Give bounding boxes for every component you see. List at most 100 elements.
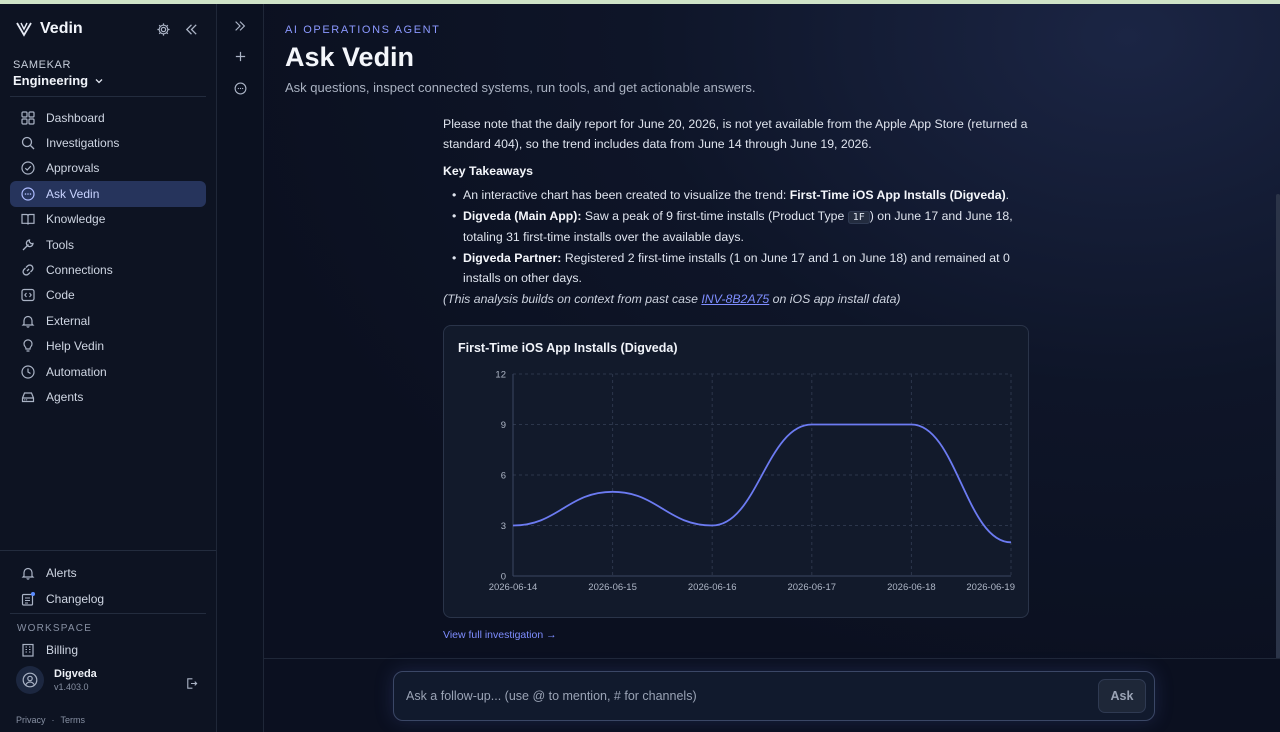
logout-icon: [186, 677, 197, 689]
server-icon: [21, 392, 35, 403]
vedin-logo-icon: [16, 22, 32, 37]
list-item: An interactive chart has been created to…: [452, 186, 1033, 206]
chat-icon: [21, 187, 35, 201]
brand-name: Vedin: [40, 20, 83, 37]
sidebar-item-connections[interactable]: Connections: [10, 257, 206, 282]
chat-icon: [234, 82, 246, 94]
installs-line-chart[interactable]: 0 3 6 9 12 2026-06-14 2026-06-15 2026-06-16 2026…: [444, 326, 1030, 619]
expand-history-button[interactable]: [231, 17, 249, 35]
sidebar-item-label: Approvals: [46, 161, 100, 176]
assistant-message: Please note that the daily report for Ju…: [443, 115, 1033, 310]
view-full-investigation-link[interactable]: View full investigation →: [443, 629, 557, 641]
x-tick-label: 2026-06-15: [588, 582, 637, 593]
org-switcher[interactable]: Engineering: [13, 73, 104, 88]
sidebar-item-knowledge[interactable]: Knowledge: [10, 207, 206, 232]
sidebar-item-label: Billing: [46, 642, 79, 657]
terms-link[interactable]: Terms: [61, 715, 86, 725]
sidebar-item-alerts[interactable]: Alerts: [10, 560, 206, 586]
bell-icon: [21, 567, 35, 580]
y-tick-label: 12: [495, 370, 506, 381]
key-takeaways-heading: Key Takeaways: [443, 164, 534, 178]
takeaway-text: .: [1005, 187, 1010, 202]
user-profile[interactable]: Digveda v1.403.0: [16, 666, 97, 694]
wrench-icon: [22, 238, 34, 251]
privacy-link[interactable]: Privacy: [16, 715, 46, 725]
clock-icon: [21, 364, 35, 379]
takeaway-text: Saw a peak of 9 first-time installs (Pro…: [581, 209, 848, 223]
sidebar: Vedin SAMEKAR Engineering Dashboard Inve…: [0, 4, 217, 732]
collapse-sidebar-button[interactable]: [182, 20, 200, 38]
sidebar-item-label: Tools: [46, 237, 75, 252]
brand[interactable]: Vedin: [16, 20, 83, 38]
main-nav: Dashboard Investigations Approvals Ask V…: [10, 105, 206, 410]
legal-links: Privacy · Terms: [16, 715, 85, 725]
sidebar-item-agents[interactable]: Agents: [10, 384, 206, 409]
sidebar-item-label: Ask Vedin: [46, 186, 100, 201]
x-tick-label: 2026-06-17: [787, 582, 836, 593]
code-icon: [21, 289, 35, 302]
sidebar-item-approvals[interactable]: Approvals: [10, 156, 206, 181]
sidebar-item-label: Help Vedin: [46, 339, 105, 354]
chevron-down-icon: [95, 78, 103, 83]
plus-icon: [235, 51, 245, 61]
app-version: v1.403.0: [54, 682, 89, 692]
divider: [10, 96, 206, 97]
ask-button[interactable]: Ask: [1098, 679, 1146, 713]
lightbulb-icon: [23, 339, 33, 352]
takeaways-list: An interactive chart has been created to…: [452, 186, 1033, 289]
sidebar-item-label: Changelog: [46, 592, 105, 606]
sidebar-item-investigations[interactable]: Investigations: [10, 130, 206, 155]
sidebar-item-external[interactable]: External: [10, 308, 206, 333]
list-item: Digveda (Main App): Saw a peak of 9 firs…: [452, 207, 1033, 247]
grid-icon: [21, 111, 35, 125]
check-circle-icon: [21, 161, 35, 176]
chart-reference: First-Time iOS App Installs (Digveda): [789, 187, 1006, 202]
takeaway-subject: Digveda Partner:: [463, 251, 562, 265]
product-type-code: 1F: [847, 211, 870, 224]
page-subtitle: Ask questions, inspect connected systems…: [285, 80, 756, 95]
main-panel: AI OPERATIONS AGENT Ask Vedin Ask questi…: [264, 4, 1280, 658]
x-tick-label: 2026-06-18: [887, 582, 936, 593]
sidebar-item-ask-vedin[interactable]: Ask Vedin: [10, 181, 206, 207]
org-label: SAMEKAR: [13, 59, 71, 71]
new-chat-button[interactable]: [231, 47, 249, 65]
sidebar-item-changelog[interactable]: Changelog: [10, 586, 206, 612]
avatar: [16, 666, 44, 694]
chat-rail: [217, 4, 264, 732]
chevrons-right-icon: [235, 21, 246, 31]
chevrons-left-icon: [185, 23, 197, 35]
sidebar-item-label: Connections: [46, 263, 113, 278]
org-name: Engineering: [13, 73, 89, 88]
building-icon: [22, 643, 34, 657]
sidebar-item-label: Knowledge: [46, 212, 106, 227]
takeaway-subject: Digveda (Main App):: [463, 209, 582, 223]
logout-button[interactable]: [182, 674, 200, 692]
sidebar-item-tools[interactable]: Tools: [10, 232, 206, 257]
composer-area: Ask: [264, 658, 1280, 732]
sidebar-item-help-vedin[interactable]: Help Vedin: [10, 334, 206, 359]
y-tick-label: 0: [501, 572, 506, 583]
x-tick-label: 2026-06-16: [688, 582, 737, 593]
billing-nav: Billing: [10, 637, 206, 662]
sidebar-item-label: Code: [46, 288, 75, 303]
x-tick-label: 2026-06-19: [966, 582, 1015, 593]
legal-separator: ·: [51, 715, 55, 725]
sidebar-item-code[interactable]: Code: [10, 283, 206, 308]
sidebar-item-label: Alerts: [46, 566, 77, 580]
sidebar-item-automation[interactable]: Automation: [10, 359, 206, 384]
sidebar-item-billing[interactable]: Billing: [10, 637, 206, 662]
sidebar-top-actions: [154, 20, 200, 38]
settings-button[interactable]: [154, 20, 172, 38]
follow-up-input[interactable]: [406, 681, 1086, 711]
sidebar-item-label: Agents: [46, 389, 84, 404]
search-icon: [21, 136, 35, 150]
scrollbar[interactable]: [1276, 194, 1280, 658]
divider: [10, 613, 206, 614]
series-line: [512, 423, 1012, 544]
page-eyebrow: AI OPERATIONS AGENT: [285, 24, 441, 36]
sidebar-item-label: Investigations: [46, 136, 120, 151]
case-link[interactable]: INV-8B2A75: [701, 292, 769, 306]
y-tick-label: 3: [501, 521, 506, 532]
sidebar-item-dashboard[interactable]: Dashboard: [10, 105, 206, 130]
chat-history-button[interactable]: [231, 79, 249, 97]
